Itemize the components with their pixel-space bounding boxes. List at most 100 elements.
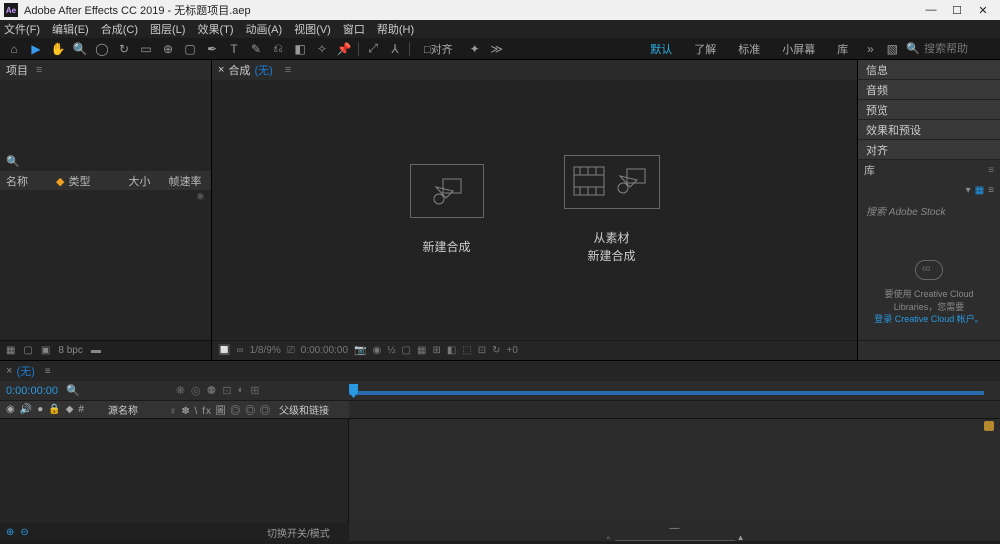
zoom-tool-icon[interactable]: 🔍 — [72, 41, 88, 57]
info-panel-tab[interactable]: 信息 — [858, 60, 1000, 80]
flow-chart-icon[interactable]: ⚛ — [196, 192, 205, 203]
toggle-switches-icon[interactable]: ⊕ — [6, 527, 14, 538]
composition-mini-flowchart-icon[interactable]: ❋ — [176, 384, 185, 397]
align-panel-tab[interactable]: 对齐 — [858, 140, 1000, 160]
menu-window[interactable]: 窗口 — [343, 21, 365, 37]
snap-toggle[interactable]: □对齐 — [416, 41, 461, 57]
lock-col-icon[interactable]: 🔒 — [48, 404, 60, 415]
menu-view[interactable]: 视图(V) — [294, 21, 331, 37]
lib-dropdown-icon[interactable]: ▾ — [966, 185, 971, 196]
col-size[interactable]: 大小 — [128, 173, 168, 189]
menu-file[interactable]: 文件(F) — [4, 21, 40, 37]
shape-tool-icon[interactable]: ▢ — [182, 41, 198, 57]
mask-icon[interactable]: ◧ — [447, 345, 456, 356]
workspace-small[interactable]: 小屏幕 — [774, 41, 823, 57]
graph-editor-icon[interactable]: ⊞ — [250, 384, 259, 397]
workspace-default[interactable]: 默认 — [642, 41, 680, 57]
eraser-tool-icon[interactable]: ◧ — [292, 41, 308, 57]
interpret-footage-icon[interactable]: ▦ — [6, 345, 15, 356]
time-ruler[interactable] — [349, 381, 1000, 400]
video-col-icon[interactable]: ◉ — [6, 404, 15, 415]
snapshot-icon[interactable]: 📷 — [354, 345, 366, 356]
workspace-panel-icon[interactable]: ▧ — [884, 41, 900, 57]
3d-icon[interactable]: ⬚ — [462, 345, 471, 356]
col-type[interactable]: 类型 — [68, 173, 128, 189]
label-col-icon[interactable]: ◆ — [66, 404, 74, 415]
num-col-icon[interactable]: # — [78, 404, 84, 415]
magnification-menu[interactable]: 1/8/9% — [250, 345, 281, 356]
source-name-col[interactable]: 源名称 — [108, 402, 138, 417]
view-icon[interactable]: ⊡ — [478, 345, 486, 356]
label-tag-icon[interactable]: ◆ — [56, 175, 64, 188]
new-folder-icon[interactable]: ▢ — [23, 345, 32, 356]
grid-view-icon[interactable]: ▦ — [975, 185, 984, 196]
menu-layer[interactable]: 图层(L) — [150, 21, 185, 37]
minimize-button[interactable]: — — [918, 1, 944, 19]
toggle-pane-icon[interactable]: ⊖ — [20, 527, 28, 538]
timeline-track-area[interactable] — [349, 419, 1000, 523]
project-list[interactable]: ⚛ — [0, 190, 211, 340]
col-name[interactable]: 名称 — [6, 173, 56, 189]
audio-col-icon[interactable]: 🔊 — [20, 404, 32, 415]
timecode[interactable]: 0:00:00:00 — [301, 345, 348, 356]
workspace-standard[interactable]: 标准 — [730, 41, 768, 57]
text-tool-icon[interactable]: T — [226, 41, 242, 57]
workspace-learn[interactable]: 了解 — [686, 41, 724, 57]
puppet-tool-icon[interactable]: 📌 — [336, 41, 352, 57]
project-tab[interactable]: 项目 — [6, 62, 28, 78]
anchor-tool-icon[interactable]: ⊕ — [160, 41, 176, 57]
brush-tool-icon[interactable]: ✎ — [248, 41, 264, 57]
library-menu-icon[interactable]: ≡ — [988, 165, 994, 176]
workspace-more-icon[interactable]: » — [862, 41, 878, 57]
preview-panel-tab[interactable]: 预览 — [858, 100, 1000, 120]
construct-icon[interactable]: ⅄ — [387, 41, 403, 57]
menu-effect[interactable]: 效果(T) — [197, 21, 233, 37]
menu-animation[interactable]: 动画(A) — [246, 21, 283, 37]
timeline-tab[interactable]: × (无) ≡ — [6, 363, 51, 379]
frame-blend-icon[interactable]: ⊡ — [222, 384, 231, 397]
solo-col-icon[interactable]: ● — [37, 404, 43, 415]
roto-tool-icon[interactable]: ✧ — [314, 41, 330, 57]
reset-icon[interactable]: ↻ — [492, 345, 500, 356]
timeline-tab-menu-icon[interactable]: ≡ — [45, 366, 51, 377]
zoom-out-icon[interactable]: — — [670, 523, 680, 534]
grid-icon[interactable]: ▦ — [417, 345, 426, 356]
layer-list[interactable] — [0, 419, 349, 523]
parent-col[interactable]: 父级和链接 — [279, 402, 329, 417]
rotate-tool-icon[interactable]: ↻ — [116, 41, 132, 57]
help-search[interactable]: 🔍 — [906, 42, 994, 55]
magnification-icon[interactable]: 🔲 — [218, 345, 230, 356]
effects-panel-tab[interactable]: 效果和预设 — [858, 120, 1000, 140]
workspace-library[interactable]: 库 — [829, 41, 856, 57]
bpc-button[interactable]: 8 bpc — [58, 345, 82, 356]
cc-login-link[interactable]: 登录 Creative Cloud 帐户。 — [874, 314, 984, 324]
project-tab-menu-icon[interactable]: ≡ — [36, 64, 42, 76]
orbit-tool-icon[interactable]: ◯ — [94, 41, 110, 57]
resolution-icon[interactable]: ½ — [387, 345, 395, 356]
help-search-input[interactable] — [924, 43, 994, 55]
hide-shy-icon[interactable]: ⚉ — [207, 384, 217, 397]
menu-edit[interactable]: 编辑(E) — [52, 21, 89, 37]
mesh-icon[interactable]: ✦ — [467, 41, 483, 57]
menu-composition[interactable]: 合成(C) — [101, 21, 138, 37]
channel-icon[interactable]: ◉ — [372, 345, 381, 356]
aspect-icon[interactable]: ⎚ — [287, 345, 295, 356]
stock-search[interactable]: 搜索 Adobe Stock — [858, 200, 1000, 220]
new-comp-card[interactable]: 新建合成 — [410, 164, 484, 256]
new-comp-from-footage-card[interactable]: 从素材新建合成 — [564, 155, 660, 265]
exposure-icon[interactable]: +0 — [507, 345, 518, 356]
menu-help[interactable]: 帮助(H) — [377, 21, 414, 37]
pen-tool-icon[interactable]: ✒ — [204, 41, 220, 57]
delete-icon[interactable]: ▬ — [91, 345, 101, 356]
timeline-search-input[interactable] — [88, 385, 148, 397]
selection-tool-icon[interactable]: ▶ — [28, 41, 44, 57]
new-comp-icon[interactable]: ▣ — [41, 345, 50, 356]
switches-cols[interactable]: ♀ ✽ \ fx 圖 ◎ ◎ ◎ — [169, 402, 271, 417]
project-search[interactable]: 🔍 — [0, 152, 211, 172]
library-tab[interactable]: 库 — [864, 162, 875, 178]
maximize-button[interactable]: ☐ — [944, 1, 970, 19]
roi-icon[interactable]: ▢ — [402, 345, 411, 356]
motion-blur-icon[interactable]: ◐ — [238, 384, 245, 397]
draft-3d-icon[interactable]: ◎ — [191, 384, 201, 397]
home-icon[interactable]: ⌂ — [6, 41, 22, 57]
